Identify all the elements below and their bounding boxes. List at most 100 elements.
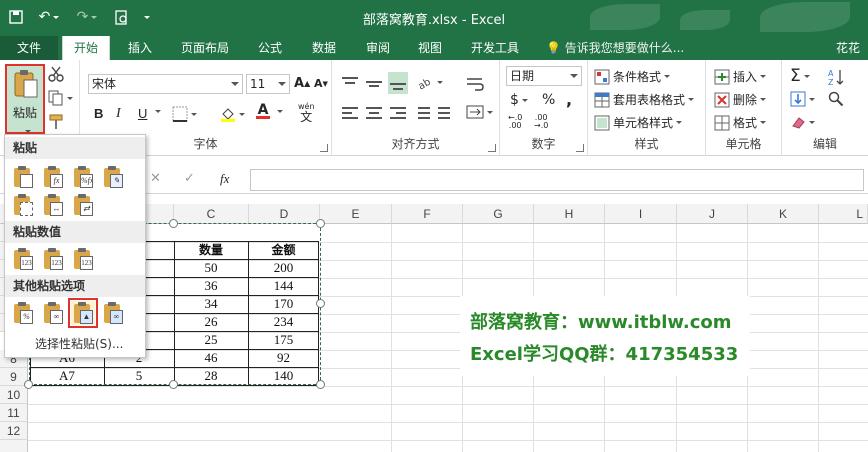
column-header-g[interactable]: G	[463, 204, 534, 224]
underline-button[interactable]: U	[138, 106, 147, 121]
align-center-icon[interactable]	[364, 104, 384, 124]
resize-handle[interactable]	[169, 380, 178, 389]
comma-button[interactable]: ,	[566, 90, 572, 109]
format-cells-label: 格式	[733, 116, 758, 130]
resize-handle[interactable]	[169, 219, 178, 228]
column-header-i[interactable]: I	[605, 204, 677, 224]
merge-center-icon[interactable]	[466, 104, 493, 120]
tab-review[interactable]: 审阅	[354, 36, 402, 60]
cut-icon[interactable]	[48, 66, 64, 82]
find-select-icon[interactable]	[828, 91, 844, 107]
italic-button[interactable]: I	[116, 106, 121, 122]
clear-icon[interactable]	[790, 114, 815, 130]
top-align-icon[interactable]	[340, 74, 360, 94]
align-left-icon[interactable]	[340, 104, 360, 124]
tab-page-layout[interactable]: 页面布局	[172, 36, 238, 60]
row-header[interactable]	[0, 440, 28, 452]
tab-home[interactable]: 开始	[62, 36, 110, 60]
fill-down-icon[interactable]	[790, 91, 815, 107]
number-dialog-launcher[interactable]	[576, 144, 584, 152]
paste-no-borders-icon[interactable]	[11, 193, 35, 217]
tab-view[interactable]: 视图	[406, 36, 454, 60]
cancel-icon[interactable]: ✕	[150, 171, 161, 186]
orientation-icon[interactable]: ab	[416, 74, 443, 90]
tab-data[interactable]: 数据	[300, 36, 348, 60]
paste-keep-column-width-icon[interactable]: ↔	[41, 193, 65, 217]
user-name[interactable]: 花花	[836, 36, 860, 60]
delete-cells-button[interactable]: 删除	[714, 91, 767, 108]
number-format-select[interactable]: 日期	[506, 66, 582, 86]
paste-formatting-icon[interactable]: %	[11, 301, 35, 325]
decrease-indent-icon[interactable]	[412, 104, 432, 124]
font-color-button[interactable]: A	[256, 103, 270, 119]
fill-color-icon[interactable]	[220, 106, 245, 122]
resize-handle[interactable]	[24, 380, 33, 389]
paste-values-icon[interactable]: 123	[11, 247, 35, 271]
column-header-e[interactable]: E	[320, 204, 392, 224]
shrink-font-button[interactable]: A ▼	[314, 77, 328, 90]
decrease-decimal-icon[interactable]: .00 →.0	[534, 114, 548, 130]
insert-function-icon[interactable]: fx	[220, 171, 229, 187]
format-as-table-button[interactable]: 套用表格格式	[594, 91, 695, 108]
currency-button[interactable]: $	[510, 92, 528, 108]
paste-link-icon[interactable]: ∞	[41, 301, 65, 325]
paste-transpose-icon[interactable]: ⇄	[71, 193, 95, 217]
copy-icon[interactable]	[48, 90, 73, 106]
row-header-10[interactable]: 10	[0, 386, 28, 404]
column-header-c[interactable]: C	[174, 204, 249, 224]
format-cells-button[interactable]: 格式	[714, 114, 767, 131]
column-header-d[interactable]: D	[249, 204, 320, 224]
paste-values-source-format-icon[interactable]: 123	[71, 247, 95, 271]
borders-icon[interactable]	[172, 106, 197, 122]
paste-keep-source-format-icon[interactable]: ✎	[101, 165, 125, 189]
sort-filter-icon[interactable]: AZ	[828, 68, 846, 86]
resize-handle[interactable]	[316, 219, 325, 228]
column-header-j[interactable]: J	[677, 204, 748, 224]
tab-file[interactable]: 文件	[0, 36, 58, 60]
tell-me-box[interactable]: 💡 告诉我您想要做什么...	[546, 36, 684, 60]
column-header-f[interactable]: F	[392, 204, 463, 224]
formula-input[interactable]	[250, 169, 864, 191]
paste-default-icon[interactable]	[11, 165, 35, 189]
resize-handle[interactable]	[316, 299, 325, 308]
grow-font-button[interactable]: A ▲	[294, 76, 310, 91]
percent-button[interactable]: %	[542, 92, 555, 108]
phonetic-button[interactable]: wén 文	[298, 102, 315, 123]
conditional-format-button[interactable]: 条件格式	[594, 68, 671, 85]
enter-icon[interactable]: ✓	[184, 171, 195, 186]
tab-formulas[interactable]: 公式	[246, 36, 294, 60]
font-size-select[interactable]: 11	[246, 74, 290, 94]
row-header-12[interactable]: 12	[0, 422, 28, 440]
paste-linked-picture-icon[interactable]: ∞	[101, 301, 125, 325]
font-dialog-launcher[interactable]	[320, 144, 328, 152]
underline-dropdown-icon[interactable]	[152, 110, 161, 113]
paste-formulas-icon[interactable]: fx	[41, 165, 65, 189]
column-header-l[interactable]: L	[819, 204, 868, 224]
column-header-h[interactable]: H	[534, 204, 605, 224]
paste-formulas-number-format-icon[interactable]: %fx	[71, 165, 95, 189]
paste-special-menu-item[interactable]: 选择性粘贴(S)...	[35, 335, 123, 352]
font-name-select[interactable]: 宋体	[88, 74, 243, 94]
align-right-icon[interactable]	[388, 104, 408, 124]
paste-picture-icon[interactable]: ▲	[68, 298, 98, 328]
cell-styles-button[interactable]: 单元格样式	[594, 114, 683, 131]
column-header-k[interactable]: K	[748, 204, 819, 224]
align-dialog-launcher[interactable]	[488, 144, 496, 152]
middle-align-icon[interactable]	[364, 74, 384, 94]
wrap-text-icon[interactable]	[466, 76, 484, 92]
alignment-group: ab 对齐方式	[332, 60, 500, 156]
increase-indent-icon[interactable]	[436, 104, 456, 124]
bottom-align-icon[interactable]	[388, 72, 408, 94]
bold-button[interactable]: B	[94, 106, 103, 121]
paste-values-number-format-icon[interactable]: 123	[41, 247, 65, 271]
format-painter-icon[interactable]	[48, 114, 64, 130]
autosum-icon[interactable]: Σ	[790, 66, 810, 86]
paste-button[interactable]: 粘贴	[5, 64, 45, 134]
tab-insert[interactable]: 插入	[116, 36, 164, 60]
tab-developer[interactable]: 开发工具	[462, 36, 528, 60]
row-header-11[interactable]: 11	[0, 404, 28, 422]
font-color-dropdown-icon[interactable]	[274, 110, 283, 113]
resize-handle[interactable]	[316, 380, 325, 389]
insert-cells-button[interactable]: 插入	[714, 68, 767, 85]
increase-decimal-icon[interactable]: ←.0.00	[508, 114, 522, 130]
